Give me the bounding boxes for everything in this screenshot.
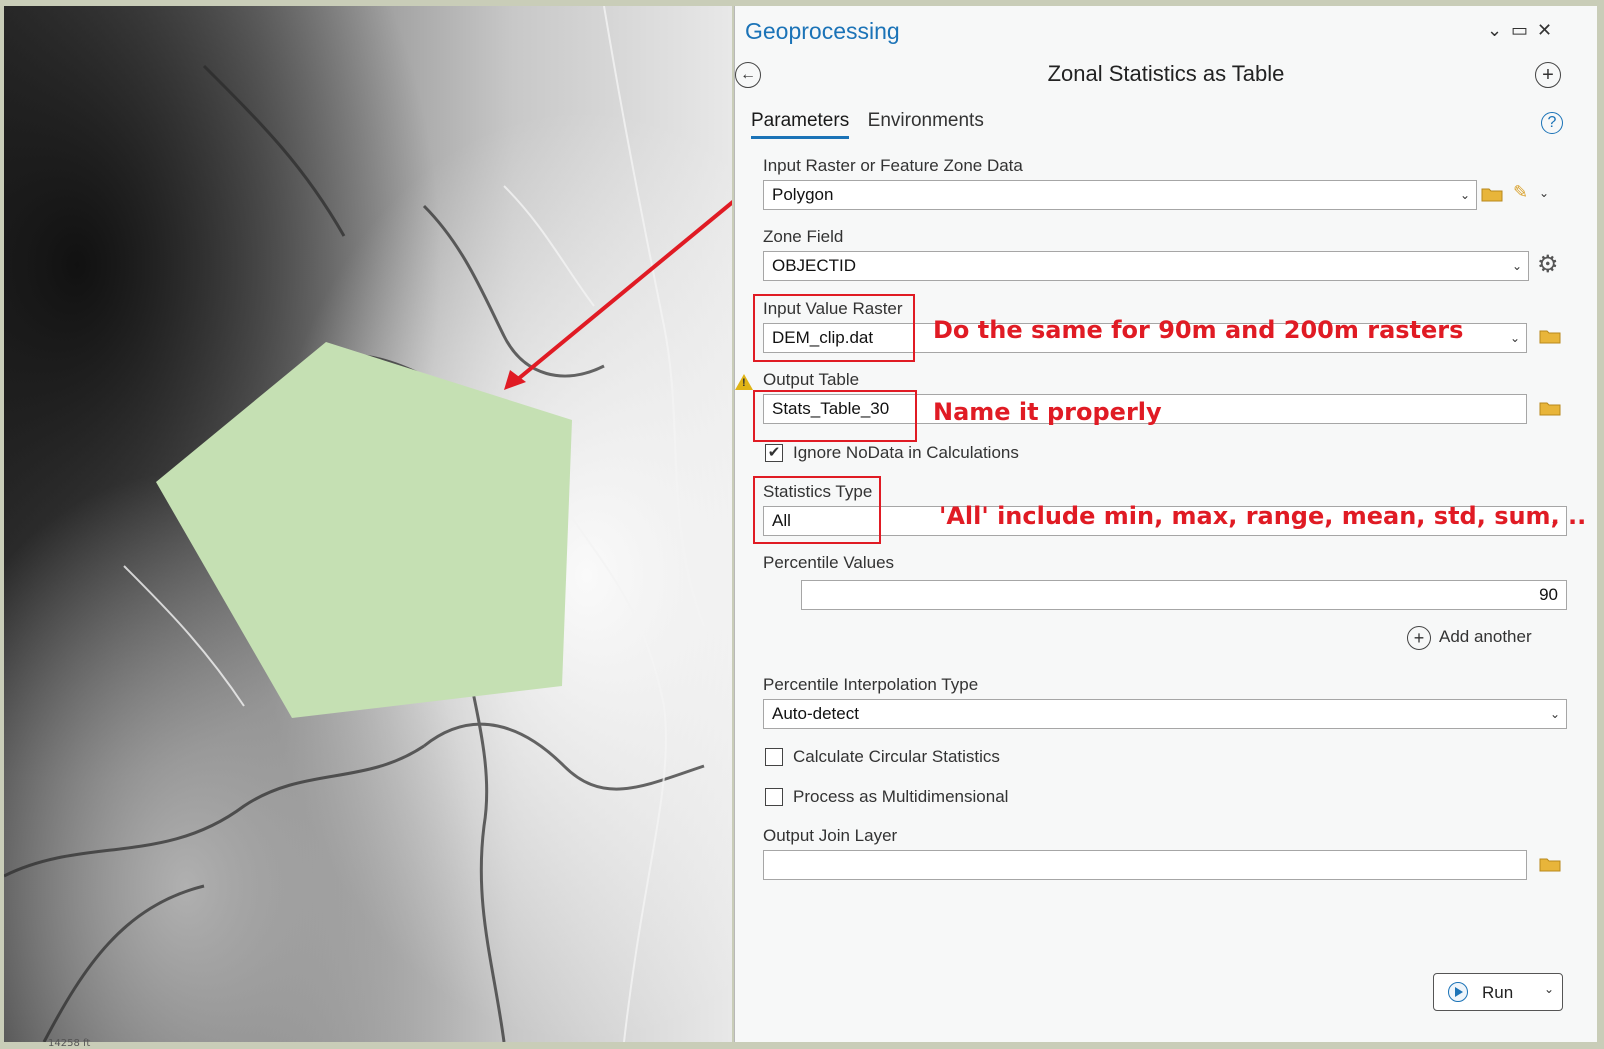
multidim-label: Process as Multidimensional [793, 787, 1009, 806]
multidim-checkbox[interactable] [765, 788, 783, 806]
folder-icon[interactable] [1539, 328, 1561, 344]
plus-icon: + [1542, 64, 1554, 86]
annotation-text: Do the same for 90m and 200m rasters [933, 316, 1464, 344]
ignore-nodata-label: Ignore NoData in Calculations [793, 443, 1019, 462]
interp-type-label: Percentile Interpolation Type [763, 675, 979, 694]
edit-pencil-icon[interactable]: ✎ [1513, 182, 1528, 203]
plus-icon: + [1407, 626, 1431, 650]
interp-type-value: Auto-detect [772, 704, 859, 723]
join-layer-label: Output Join Layer [763, 826, 898, 845]
input-zone-dropdown[interactable]: Polygon ⌄ [763, 180, 1477, 210]
percentile-value: 90 [1539, 585, 1558, 604]
tool-title: Zonal Statistics as Table [1047, 61, 1285, 86]
output-table-label: Output Table [763, 370, 860, 389]
folder-icon[interactable] [1539, 400, 1561, 416]
play-icon [1448, 982, 1468, 1002]
gear-icon[interactable]: ⚙ [1537, 250, 1559, 279]
run-label: Run [1482, 983, 1514, 1002]
percentile-values-input[interactable]: 90 [801, 580, 1567, 610]
chevron-down-icon: ⌄ [1509, 331, 1520, 345]
zone-field-label: Zone Field [763, 227, 844, 246]
help-icon[interactable]: ? [1541, 112, 1563, 134]
map-scale-text: 14258 ft [48, 1038, 91, 1049]
folder-icon[interactable] [1481, 186, 1503, 202]
chevron-down-icon[interactable]: ⌄ [1544, 982, 1554, 996]
zone-field-value: OBJECTID [772, 256, 857, 275]
map-view[interactable] [4, 6, 732, 1042]
options-chevron-icon[interactable]: ⌄ [1487, 20, 1502, 41]
circular-stats-checkbox[interactable] [765, 748, 783, 766]
join-layer-input[interactable] [763, 850, 1527, 880]
chevron-down-icon: ⌄ [1511, 259, 1522, 273]
ignore-nodata-checkbox[interactable]: ✔ [765, 444, 783, 462]
interp-type-dropdown[interactable]: Auto-detect ⌄ [763, 699, 1567, 729]
chevron-down-icon: ⌄ [1459, 188, 1470, 202]
annotation-text: Name it properly [933, 398, 1162, 426]
annotation-box [753, 390, 917, 442]
chevron-down-icon: ⌄ [1549, 707, 1560, 721]
annotation-text: 'All' include min, max, range, mean, std… [939, 502, 1587, 530]
annotation-box [753, 476, 881, 544]
chevron-down-icon[interactable]: ⌄ [1539, 186, 1549, 200]
tab-environments[interactable]: Environments [868, 110, 984, 136]
run-button[interactable]: Run ⌄ [1433, 973, 1563, 1011]
input-zone-value: Polygon [772, 185, 834, 204]
annotation-box [753, 294, 915, 362]
geoprocessing-pane: Geoprocessing ⌄ ▭ ✕ ← Zonal Statistics a… [734, 6, 1597, 1042]
close-icon[interactable]: ✕ [1537, 20, 1552, 41]
dem-raster [4, 6, 732, 1042]
add-button[interactable]: + [1535, 62, 1561, 88]
pane-title: Geoprocessing [745, 18, 900, 44]
tab-bar: Parameters Environments [751, 110, 998, 139]
input-zone-label: Input Raster or Feature Zone Data [763, 156, 1023, 175]
add-another-label: Add another [1439, 627, 1532, 646]
circular-stats-label: Calculate Circular Statistics [793, 747, 1000, 766]
warning-icon: ! [735, 374, 753, 390]
percentile-values-label: Percentile Values [763, 553, 895, 572]
maximize-icon[interactable]: ▭ [1511, 20, 1528, 41]
tab-parameters[interactable]: Parameters [751, 110, 850, 139]
folder-icon[interactable] [1539, 856, 1561, 872]
zone-field-dropdown[interactable]: OBJECTID ⌄ [763, 251, 1529, 281]
